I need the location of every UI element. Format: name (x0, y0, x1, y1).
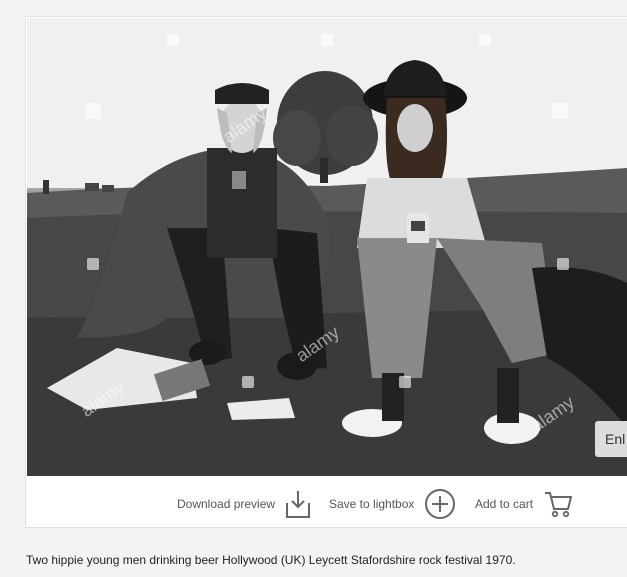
download-preview-button[interactable]: Download preview (177, 488, 311, 520)
add-to-cart-button[interactable]: Add to cart (475, 488, 573, 520)
enlarge-label: Enl (605, 431, 626, 447)
image-caption: Two hippie young men drinking beer Holly… (26, 553, 516, 567)
cart-icon (545, 492, 573, 518)
plus-circle-icon (425, 489, 456, 519)
add-to-cart-label: Add to cart (475, 497, 534, 511)
stock-photo[interactable]: alamy alamy alamy alamy (27, 18, 627, 476)
photo-illustration: alamy alamy alamy alamy (27, 18, 627, 476)
save-to-lightbox-button[interactable]: Save to lightbox (329, 488, 456, 520)
download-icon (286, 491, 311, 518)
save-to-lightbox-label: Save to lightbox (329, 497, 415, 511)
download-preview-label: Download preview (177, 497, 276, 511)
image-actions-bar: Download preview Save to lightbox Add to… (27, 480, 627, 528)
enlarge-button[interactable]: Enl (595, 421, 627, 457)
